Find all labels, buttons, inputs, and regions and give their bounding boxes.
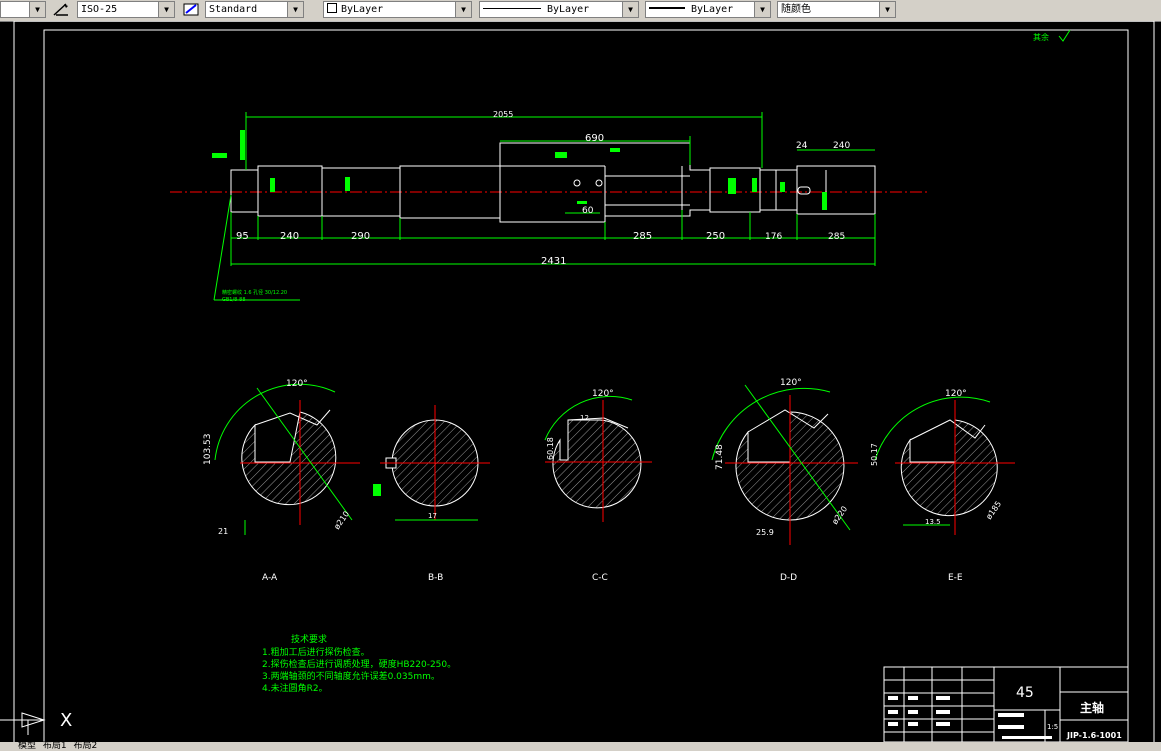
title-block: 45 主轴 1:5 JIP-1.6-1001 — [883, 666, 1129, 743]
thread-note: 精密螺纹 1.6 孔径 30/12.20 — [222, 289, 287, 296]
section-label: D-D — [780, 573, 797, 583]
outer-frame — [13, 21, 1155, 747]
section-c-c: 120° 60.18 12 C-C — [544, 389, 652, 583]
angle-label: 120° — [780, 378, 802, 388]
prev-combo[interactable]: ▼ — [0, 1, 46, 18]
tech-title: 技术要求 — [291, 633, 327, 645]
width-label: 13.5 — [925, 518, 941, 526]
dimstyle-value: ISO-25 — [81, 4, 118, 15]
layer-value: ByLayer — [341, 4, 384, 15]
part-name: 主轴 — [1080, 700, 1104, 715]
angle-label: 120° — [592, 389, 614, 399]
dim-240: 240 — [833, 141, 850, 151]
textstyle-value: Standard — [209, 4, 258, 15]
section-label: E-E — [948, 573, 963, 583]
tolerance-marks — [212, 130, 827, 210]
dim-290: 290 — [351, 231, 370, 242]
dimstyle-select[interactable]: ISO-25 ▼ — [77, 1, 175, 18]
tech-item-4: 4.未注圆角R2。 — [262, 682, 328, 694]
drawing-code: JIP-1.6-1001 — [1066, 731, 1122, 740]
dimstyle-icon[interactable] — [52, 2, 70, 17]
drawing-canvas[interactable]: 其余 2055 690 24 240 95 240 290 285 250 17… — [0, 21, 1161, 751]
color-select[interactable]: 随颜色 ▼ — [777, 1, 896, 18]
depth-label: 103.53 — [203, 434, 213, 466]
tab-layout1[interactable]: 布局1 — [43, 741, 67, 751]
chevron-down-icon: ▼ — [879, 2, 895, 17]
section-a-a: 120° 103.53 21 ø210 A-A — [203, 379, 360, 583]
chevron-down-icon: ▼ — [287, 2, 303, 17]
width-label: 25.9 — [756, 528, 774, 537]
depth-label: 60.18 — [546, 437, 555, 460]
section-label: C-C — [592, 573, 608, 583]
tech-item-3: 3.两端轴颈的不同轴度允许误差0.035mm。 — [262, 670, 440, 682]
ucs-icon — [0, 712, 46, 735]
layout-tabs: 模型 布局1 布局2 — [0, 742, 1161, 751]
dim-2055: 2055 — [493, 110, 513, 119]
linetype-value: ByLayer — [547, 4, 590, 15]
section-d-d: 120° 71.48 25.9 ø220 D-D — [711, 378, 858, 583]
width-label: 17 — [428, 512, 437, 520]
textstyle-icon[interactable] — [183, 2, 201, 17]
width-label: 12 — [580, 414, 589, 422]
section-label: B-B — [428, 573, 443, 583]
shaft-outline — [230, 142, 876, 223]
linetype-preview — [483, 8, 541, 9]
dia-label: ø185 — [984, 499, 1003, 521]
chevron-down-icon: ▼ — [754, 2, 770, 17]
tab-model[interactable]: 模型 — [18, 741, 36, 751]
lineweight-value: ByLayer — [691, 4, 734, 15]
ucs-x-label: X — [60, 710, 73, 731]
lineweight-select[interactable]: ByLayer ▼ — [645, 1, 771, 18]
chevron-down-icon: ▼ — [455, 2, 471, 17]
angle-label: 120° — [286, 379, 308, 389]
section-e-e: 120° 50.17 13.5 ø185 E-E — [870, 389, 1015, 583]
dia-label: ø210 — [332, 509, 351, 531]
tech-item-2: 2.探伤检查后进行调质处理，硬度HB220-250。 — [262, 658, 456, 670]
section-b-b: 17 B-B — [373, 405, 490, 583]
roughness-icon — [1058, 29, 1071, 42]
scale-label: 1:5 — [1047, 723, 1058, 731]
dim-285: 285 — [633, 231, 652, 242]
depth-label: 50.17 — [870, 443, 879, 466]
properties-toolbar: ▼ ISO-25 ▼ Standard ▼ ByLayer ▼ ByLayer ▼ By… — [0, 0, 1161, 22]
dim-285b: 285 — [828, 232, 845, 242]
color-value: 随颜色 — [781, 4, 811, 15]
width-label: 21 — [218, 527, 228, 536]
dim-250: 250 — [706, 231, 725, 242]
dim-24: 24 — [796, 141, 808, 151]
dim-240b: 240 — [280, 231, 299, 242]
depth-label: 71.48 — [715, 444, 725, 470]
dim-60: 60 — [582, 206, 594, 216]
section-label: A-A — [262, 573, 278, 583]
chevron-down-icon: ▼ — [158, 2, 174, 17]
dim-95: 95 — [236, 231, 249, 242]
roughness-note: 其余 — [1033, 32, 1049, 42]
layer-select[interactable]: ByLayer ▼ — [323, 1, 472, 18]
dia-label: ø220 — [830, 504, 849, 526]
material-label: 45 — [1016, 685, 1034, 701]
linetype-select[interactable]: ByLayer ▼ — [479, 1, 639, 18]
chevron-down-icon: ▼ — [622, 2, 638, 17]
dim-690: 690 — [585, 133, 604, 144]
tech-requirements: 技术要求 1.粗加工后进行探伤检查。 2.探伤检查后进行调质处理，硬度HB220… — [262, 633, 456, 694]
tech-item-1: 1.粗加工后进行探伤检查。 — [262, 646, 370, 658]
dim-2431: 2431 — [541, 256, 566, 267]
tab-layout2[interactable]: 布局2 — [74, 741, 98, 751]
lineweight-preview — [649, 7, 685, 9]
color-swatch-icon — [327, 3, 337, 13]
dim-176: 176 — [765, 232, 782, 242]
chevron-down-icon: ▼ — [29, 2, 45, 17]
gb-note: GB1/8-88 — [222, 297, 246, 303]
textstyle-select[interactable]: Standard ▼ — [205, 1, 304, 18]
angle-label: 120° — [945, 389, 967, 399]
